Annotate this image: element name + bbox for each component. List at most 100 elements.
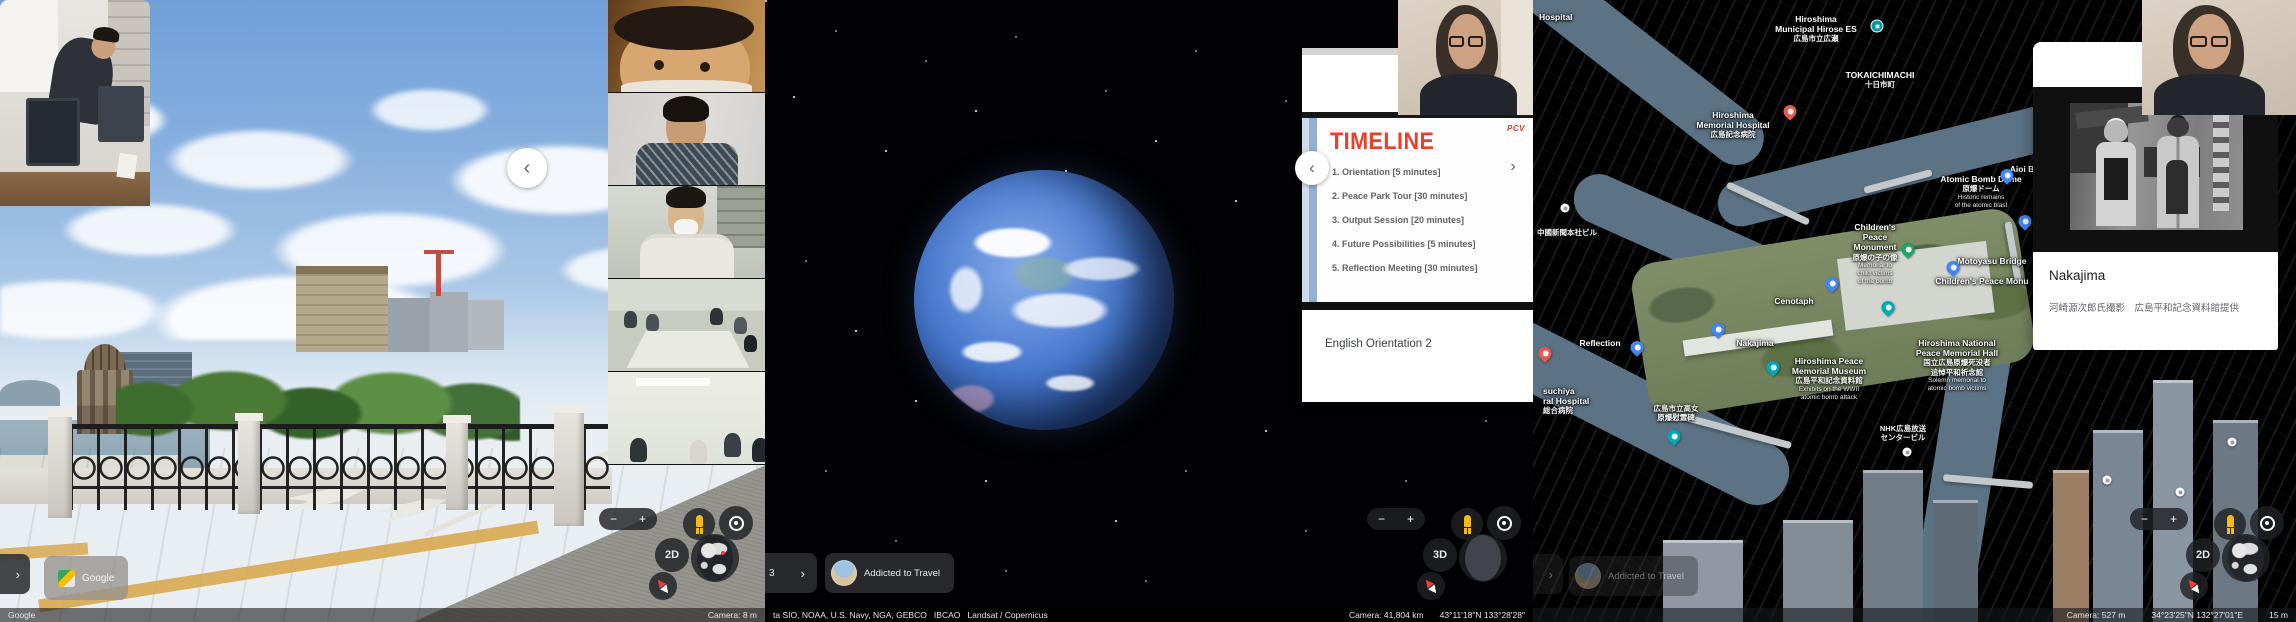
bridge-pillar <box>446 420 468 510</box>
map-pin-white[interactable] <box>2228 438 2237 447</box>
map-label[interactable]: 広島市立高女原爆慰霊碑 <box>1654 404 1699 423</box>
presenter-torso <box>2154 74 2265 115</box>
map-pin-red[interactable] <box>1781 102 1799 120</box>
chevron-right-icon: › <box>16 567 20 582</box>
zoom-out-button[interactable]: − <box>1378 513 1385 525</box>
zoom-in-button[interactable]: + <box>2170 513 2177 525</box>
building <box>296 266 388 352</box>
map-pin-white[interactable] <box>2103 476 2112 485</box>
earth-controls: 2D − + <box>599 508 759 606</box>
globe-overview-button[interactable] <box>691 534 739 582</box>
view-mode-button[interactable]: 3D <box>1423 538 1457 572</box>
map-label[interactable]: HiroshimaMunicipal Hirose ES広島市立広瀬 <box>1775 14 1857 44</box>
deck-separator <box>1302 302 1533 310</box>
building <box>430 292 468 352</box>
map-label[interactable]: 中國新聞本社ビル <box>1537 228 1597 237</box>
participant-tile-meeting-room-a[interactable] <box>608 279 765 371</box>
zoom-in-button[interactable]: + <box>639 513 646 525</box>
street-view-panel: Motoyasu Bridge 福山工業高校提供 ‹ › Google 2D −… <box>0 0 765 622</box>
zoom-control: − + <box>599 508 657 530</box>
participant-tile-man-patterned-shirt[interactable] <box>608 93 765 185</box>
map-label[interactable]: HiroshimaMemorial Hospital広島記念病院 <box>1696 110 1769 140</box>
card-top <box>2033 42 2142 87</box>
map-pin-blue[interactable] <box>1709 320 1727 338</box>
project-label: Addicted to Travel <box>864 568 940 579</box>
map-pin-badge[interactable] <box>1871 20 1884 33</box>
map-pin-blue[interactable] <box>1628 338 1646 356</box>
map-label[interactable]: Hospital <box>1539 12 1573 22</box>
camera-coordinates: 34°23'25"N 132°27'01"E <box>2151 610 2243 620</box>
globe-overview-button[interactable] <box>1459 534 1507 582</box>
timeline-item: 5. Reflection Meeting [30 minutes] <box>1332 256 1478 280</box>
presenter-webcam[interactable] <box>2142 0 2296 115</box>
card-body: Nakajima 河崎源次郎氏撮影 広島平和記念資料館提供 <box>2033 252 2278 350</box>
map-pin-white[interactable] <box>2176 488 2185 497</box>
bridge-pillar <box>554 410 584 526</box>
slide-pagination-chip[interactable]: 3 › <box>765 553 817 593</box>
zoom-out-button[interactable]: − <box>610 513 617 525</box>
camera-altitude: Camera: 41,804 km <box>1349 610 1424 620</box>
map-label[interactable]: Hiroshima NationalPeace Memorial Hall国立広… <box>1916 338 1998 393</box>
pegman-icon <box>1460 515 1474 534</box>
presenter-webcam[interactable] <box>1398 0 1533 115</box>
map-label[interactable]: Nakajima <box>1736 338 1773 348</box>
compass-needle-icon <box>2186 577 2203 595</box>
map-label[interactable]: Motoyasu Bridge <box>1958 256 2027 266</box>
next-slide-button[interactable]: › <box>1503 157 1523 177</box>
map-label[interactable]: Reflection <box>1579 338 1620 348</box>
travel-project-chip[interactable]: Addicted to Travel <box>825 553 954 593</box>
map-pin-blue[interactable] <box>1823 274 1841 292</box>
timeline-list: 1. Orientation [5 minutes]2. Peace Park … <box>1302 160 1478 280</box>
participant-tile-meeting-room-b[interactable] <box>608 372 765 464</box>
globe-overview-button[interactable] <box>2222 534 2270 582</box>
photo-monitor <box>26 98 80 166</box>
participant-tile-masked-person-office[interactable] <box>608 186 765 278</box>
map-label[interactable]: Hiroshima PeaceMemorial Museum広島平和記念資料館E… <box>1792 356 1866 402</box>
map-pin-white[interactable] <box>1903 448 1912 457</box>
zoom-out-button[interactable]: − <box>2141 513 2148 525</box>
map-label[interactable]: Children'sPeaceMonument原爆の子の像Memorial to… <box>1853 222 1898 286</box>
next-chip[interactable]: › <box>0 554 30 594</box>
view-mode-button[interactable]: 2D <box>655 538 689 572</box>
map-label[interactable]: Cenotaph <box>1774 296 1813 306</box>
travel-project-chip[interactable]: Addicted to Travel <box>1569 556 1698 596</box>
map-label[interactable]: suchiyaral Hospital総合病院 <box>1543 386 1589 416</box>
map-pin-red[interactable] <box>1536 344 1554 362</box>
map-label[interactable]: Children's Peace Monu <box>1935 276 2028 286</box>
participant-tile-closeup-man[interactable] <box>608 0 765 92</box>
presenter-torso <box>1420 74 1517 115</box>
map-pin-blue[interactable] <box>2016 212 2034 230</box>
photo-paper <box>116 153 137 179</box>
place-card-title: Nakajima <box>2049 268 2105 283</box>
project-thumbnail <box>1575 563 1601 589</box>
participant-group <box>630 438 647 462</box>
next-chip[interactable]: › <box>1533 554 1563 594</box>
earth-globe[interactable] <box>914 170 1174 430</box>
compass-button[interactable] <box>2180 572 2208 600</box>
map-pin-white[interactable] <box>1561 204 1570 213</box>
eye-altitude: 15 m <box>2269 610 2288 620</box>
earth-controls: 3D − + <box>1367 508 1527 606</box>
zoom-in-button[interactable]: + <box>1407 513 1414 525</box>
view-mode-label: 2D <box>665 549 679 561</box>
participant-face <box>620 20 750 92</box>
google-maps-chip[interactable]: Google <box>44 556 128 600</box>
map-pin-green[interactable] <box>1899 240 1917 258</box>
previous-photo-button[interactable]: ‹ <box>507 148 547 188</box>
camera-altitude: Camera: 8 m <box>708 610 757 620</box>
google-chip-label: Google <box>82 573 114 584</box>
building <box>468 300 504 350</box>
crane <box>436 250 441 296</box>
bridge-pillar <box>48 414 72 518</box>
map-label[interactable]: NHK広島放送センタービル <box>1880 424 1926 443</box>
map-label[interactable]: TOKAICHIMACHI十日市町 <box>1846 70 1915 90</box>
compass-button[interactable] <box>649 572 677 600</box>
map-pin-teal[interactable] <box>1764 358 1782 376</box>
map-pin-teal[interactable] <box>1665 427 1683 445</box>
slide-logo: PCV <box>1507 124 1525 133</box>
view-mode-button[interactable]: 2D <box>2186 538 2220 572</box>
compass-button[interactable] <box>1417 572 1445 600</box>
timeline-slide[interactable]: PCV TIMELINE 1. Orientation [5 minutes]2… <box>1302 118 1533 302</box>
previous-slide-button[interactable]: ‹ <box>1295 151 1329 185</box>
map-pin-teal[interactable] <box>1879 298 1897 316</box>
